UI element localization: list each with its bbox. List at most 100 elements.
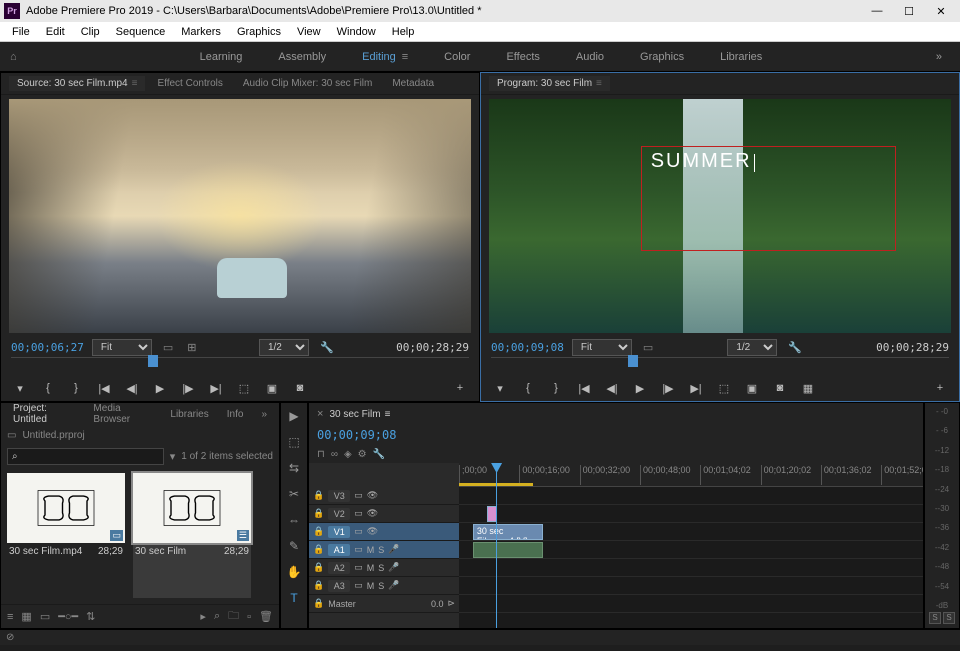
minimize-button[interactable]: — (862, 2, 892, 20)
in-point-icon[interactable]: { (39, 382, 57, 394)
solo-icon[interactable]: S (378, 545, 384, 555)
track-header-a2[interactable]: 🔒A2▭MS🎤 (309, 559, 459, 577)
lock-icon[interactable]: 🔒 (313, 580, 324, 591)
go-to-in-icon[interactable]: |◀ (95, 382, 113, 395)
button-editor-icon[interactable]: + (931, 382, 949, 394)
go-to-out-icon[interactable]: ▶| (687, 382, 705, 395)
burger-icon[interactable]: ≡ (132, 78, 138, 89)
wrench-icon[interactable]: 🔧 (373, 449, 385, 460)
workspace-overflow-icon[interactable]: » (928, 51, 950, 63)
source-in-timecode[interactable]: 00;00;06;27 (11, 341, 84, 354)
new-item-icon[interactable]: ▫ (247, 611, 251, 623)
track-header-v3[interactable]: 🔒V3▭👁 (309, 487, 459, 505)
eye-icon[interactable]: 👁 (367, 526, 378, 537)
ripple-edit-tool-icon[interactable]: ⇆ (284, 459, 304, 477)
lift-icon[interactable]: ⬚ (715, 382, 733, 395)
solo-right-button[interactable]: S (943, 612, 955, 624)
wrench-icon[interactable]: 🔧 (785, 341, 805, 354)
lock-icon[interactable]: 🔒 (313, 490, 324, 501)
filter-icon[interactable]: ▾ (170, 450, 176, 463)
menu-window[interactable]: Window (329, 24, 384, 40)
list-view-icon[interactable]: ≡ (7, 611, 13, 623)
workspace-assembly[interactable]: Assembly (262, 47, 342, 67)
settings-icon[interactable]: ⊞ (184, 341, 199, 354)
mute-icon[interactable]: M (367, 563, 375, 573)
play-icon[interactable]: ▶ (631, 382, 649, 395)
track-master[interactable] (459, 595, 923, 613)
mute-icon[interactable]: M (367, 581, 375, 591)
track-header-master[interactable]: 🔒Master0.0⊳ (309, 595, 459, 613)
source-viewer[interactable] (9, 99, 471, 333)
source-tab[interactable]: Source: 30 sec Film.mp4≡ (9, 76, 145, 91)
program-in-timecode[interactable]: 00;00;09;08 (491, 341, 564, 354)
menu-help[interactable]: Help (384, 24, 423, 40)
marker-icon[interactable]: ▾ (491, 382, 509, 395)
source-scrubber[interactable] (11, 357, 469, 375)
settings-icon[interactable]: ⚙ (358, 449, 367, 460)
source-playhead[interactable] (148, 355, 158, 367)
expand-icon[interactable]: ⊳ (447, 598, 455, 609)
program-tab[interactable]: Program: 30 sec Film≡ (489, 76, 610, 91)
track-v1[interactable]: 30 sec Film.mp4 [V] (459, 523, 923, 541)
step-back-icon[interactable]: ◀| (603, 382, 621, 395)
toggle-output-icon[interactable]: ▭ (354, 544, 363, 555)
snap-icon[interactable]: ⊓ (317, 449, 325, 460)
find-icon[interactable]: ⌕ (214, 610, 220, 623)
workspace-graphics[interactable]: Graphics (624, 47, 700, 67)
menu-graphics[interactable]: Graphics (229, 24, 289, 40)
step-forward-icon[interactable]: |▶ (179, 382, 197, 395)
workspace-effects[interactable]: Effects (490, 47, 555, 67)
track-header-a1[interactable]: 🔒A1▭MS🎤 (309, 541, 459, 559)
burger-icon[interactable]: ≡ (402, 51, 408, 63)
solo-icon[interactable]: S (378, 563, 384, 573)
selection-tool-icon[interactable]: ▶ (284, 407, 304, 425)
lock-icon[interactable]: 🔒 (313, 526, 324, 537)
menu-clip[interactable]: Clip (73, 24, 108, 40)
razor-tool-icon[interactable]: ✂ (284, 485, 304, 503)
icon-view-icon[interactable]: ▦ (21, 610, 31, 623)
libraries-tab[interactable]: Libraries (164, 407, 214, 422)
program-quality-select[interactable]: 1/2 (727, 339, 777, 356)
menu-file[interactable]: File (4, 24, 38, 40)
marker-icon[interactable]: ▾ (11, 382, 29, 395)
trash-icon[interactable]: 🗑 (259, 610, 273, 623)
burger-icon[interactable]: ≡ (385, 409, 391, 420)
track-select-tool-icon[interactable]: ⬚ (284, 433, 304, 451)
search-input[interactable] (7, 448, 164, 465)
effect-controls-tab[interactable]: Effect Controls (149, 76, 230, 91)
home-icon[interactable]: ⌂ (10, 51, 34, 63)
program-playhead[interactable] (628, 355, 638, 367)
sequence-tab[interactable]: 30 sec Film≡ (329, 409, 390, 420)
export-frame-icon[interactable]: ◙ (771, 382, 789, 394)
comparison-view-icon[interactable]: ▦ (799, 382, 817, 395)
out-point-icon[interactable]: } (547, 382, 565, 394)
workspace-editing[interactable]: Editing≡ (346, 47, 424, 67)
insert-icon[interactable]: ⬚ (235, 382, 253, 395)
step-back-icon[interactable]: ◀| (123, 382, 141, 395)
eye-icon[interactable]: 👁 (367, 490, 378, 501)
menu-view[interactable]: View (289, 24, 329, 40)
master-value[interactable]: 0.0 (431, 599, 444, 609)
menu-markers[interactable]: Markers (173, 24, 229, 40)
step-forward-icon[interactable]: |▶ (659, 382, 677, 395)
maximize-button[interactable]: ☐ (894, 2, 924, 20)
freeform-view-icon[interactable]: ▭ (40, 610, 50, 623)
timeline-playhead[interactable] (496, 463, 497, 628)
workspace-learning[interactable]: Learning (184, 47, 259, 67)
source-zoom-select[interactable]: Fit (92, 339, 152, 356)
type-tool-icon[interactable]: T (284, 589, 304, 607)
toggle-output-icon[interactable]: ▭ (354, 526, 363, 537)
menu-edit[interactable]: Edit (38, 24, 73, 40)
toggle-output-icon[interactable]: ▭ (354, 562, 363, 573)
project-tab[interactable]: Project: Untitled (7, 401, 81, 427)
title-text[interactable]: SUMMER (651, 150, 755, 173)
source-quality-select[interactable]: 1/2 (259, 339, 309, 356)
close-button[interactable]: ✕ (926, 2, 956, 20)
voice-icon[interactable]: 🎤 (388, 544, 399, 555)
settings-icon[interactable]: ▭ (160, 341, 176, 354)
audio-clip[interactable] (473, 542, 543, 558)
track-v2[interactable] (459, 505, 923, 523)
track-header-v1[interactable]: 🔒V1▭👁 (309, 523, 459, 541)
bin-item[interactable]: ▭ 30 sec Film.mp428;29 (7, 473, 125, 598)
workspace-libraries[interactable]: Libraries (704, 47, 778, 67)
